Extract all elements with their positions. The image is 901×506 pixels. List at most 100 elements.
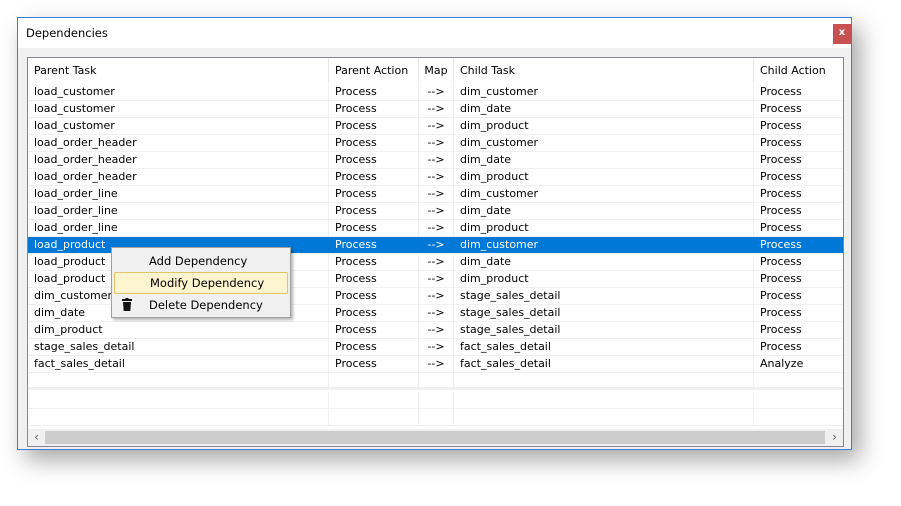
cell-map: --> xyxy=(419,152,454,168)
table-row[interactable]: load_order_header Process --> dim_product Pr… xyxy=(28,169,843,186)
cell-parent-task: load_order_header xyxy=(28,152,329,168)
menu-item-modify-dependency[interactable]: Modify Dependency xyxy=(114,272,288,294)
cell-parent-action: Process xyxy=(329,254,419,270)
cell-parent-action: Process xyxy=(329,152,419,168)
cell-child-task: stage_sales_detail xyxy=(454,305,754,321)
column-header-map[interactable]: Map xyxy=(419,58,454,83)
cell-map: --> xyxy=(419,84,454,100)
cell-child-task: dim_customer xyxy=(454,84,754,100)
cell-child-action: Process xyxy=(760,323,802,336)
empty-cell xyxy=(329,373,419,387)
cell-child-action: Process xyxy=(760,102,802,115)
column-header-parent-action[interactable]: Parent Action xyxy=(329,58,419,83)
empty-cell xyxy=(419,373,454,387)
scrollbar-thumb[interactable] xyxy=(45,431,825,444)
cell-child-action: Process xyxy=(760,306,802,319)
cell-map: --> xyxy=(419,101,454,117)
close-button[interactable]: x xyxy=(833,24,851,44)
cell-map: --> xyxy=(419,186,454,202)
cell-parent-action: Process xyxy=(329,135,419,151)
cell-child-action: Process xyxy=(760,221,802,234)
empty-cell xyxy=(419,409,454,425)
cell-parent-action: Process xyxy=(329,339,419,355)
cell-map: --> xyxy=(419,135,454,151)
cell-child-action: Process xyxy=(760,153,802,166)
scroll-left-icon[interactable]: ‹ xyxy=(28,429,45,446)
empty-cell xyxy=(28,409,329,425)
cell-child-task: fact_sales_detail xyxy=(454,356,754,372)
table-row[interactable]: load_order_header Process --> dim_date Proce… xyxy=(28,152,843,169)
cell-parent-task: load_customer xyxy=(28,101,329,117)
cell-child-action: Process xyxy=(760,272,802,285)
cell-child-task: dim_date xyxy=(454,254,754,270)
cell-child-action: Process xyxy=(760,238,802,251)
empty-cell xyxy=(754,373,843,387)
table-row[interactable]: load_order_header Process --> dim_customer P… xyxy=(28,135,843,152)
scroll-right-icon[interactable]: › xyxy=(826,429,843,446)
cell-map: --> xyxy=(419,288,454,304)
cell-parent-task: load_customer xyxy=(28,84,329,100)
cell-parent-action: Process xyxy=(329,101,419,117)
cell-child-task: stage_sales_detail xyxy=(454,288,754,304)
cell-child-task: dim_customer xyxy=(454,186,754,202)
empty-cell xyxy=(419,392,454,408)
menu-item-add-dependency[interactable]: Add Dependency xyxy=(114,250,288,272)
cell-child-task: stage_sales_detail xyxy=(454,322,754,338)
cell-parent-action: Process xyxy=(329,118,419,134)
empty-row xyxy=(28,373,843,390)
empty-cell xyxy=(754,409,843,425)
table-row[interactable]: load_order_line Process --> dim_product Proc… xyxy=(28,220,843,237)
empty-cell xyxy=(454,373,754,387)
cell-child-task: dim_product xyxy=(454,220,754,236)
table-row[interactable]: stage_sales_detail Process --> fact_sales_d… xyxy=(28,339,843,356)
cell-parent-action: Process xyxy=(329,356,419,372)
title-bar: Dependencies x xyxy=(18,18,851,48)
cell-child-task: dim_date xyxy=(454,203,754,219)
column-header-child-action[interactable]: Child Action xyxy=(754,58,843,83)
cell-child-action: Process xyxy=(760,340,802,353)
table-row[interactable]: dim_product Process --> stage_sales_detail P… xyxy=(28,322,843,339)
empty-cell xyxy=(754,392,843,408)
cell-parent-action: Process xyxy=(329,271,419,287)
cell-map: --> xyxy=(419,220,454,236)
table-row[interactable]: load_customer Process --> dim_date Process xyxy=(28,101,843,118)
cell-map: --> xyxy=(419,237,454,253)
table-row[interactable]: load_customer Process --> dim_product Proces… xyxy=(28,118,843,135)
cell-map: --> xyxy=(419,305,454,321)
cell-child-action: Process xyxy=(760,119,802,132)
table-row[interactable]: fact_sales_detail Process --> fact_sales_de… xyxy=(28,356,843,373)
cell-child-action: Process xyxy=(760,289,802,302)
cell-child-task: dim_product xyxy=(454,169,754,185)
table-row[interactable]: load_order_line Process --> dim_customer Pro… xyxy=(28,186,843,203)
cell-child-action: Process xyxy=(760,204,802,217)
context-menu: Add Dependency Modify Dependency Delete … xyxy=(111,247,291,318)
cell-map: --> xyxy=(419,322,454,338)
cell-parent-action: Process xyxy=(329,237,419,253)
cell-parent-task: fact_sales_detail xyxy=(28,356,329,372)
empty-cell xyxy=(329,392,419,408)
dependencies-window: Dependencies x Parent Task Parent Action… xyxy=(17,17,852,450)
cell-child-task: dim_date xyxy=(454,101,754,117)
table-row[interactable]: load_customer Process --> dim_customer Proce… xyxy=(28,84,843,101)
cell-map: --> xyxy=(419,254,454,270)
column-header-child-task[interactable]: Child Task xyxy=(454,58,754,83)
cell-child-action: Process xyxy=(760,136,802,149)
cell-parent-task: dim_product xyxy=(28,322,329,338)
cell-child-action: Process xyxy=(760,85,802,98)
cell-parent-action: Process xyxy=(329,203,419,219)
cell-map: --> xyxy=(419,356,454,372)
table-row[interactable]: load_order_line Process --> dim_date Process xyxy=(28,203,843,220)
cell-child-action: Analyze xyxy=(760,357,804,370)
cell-child-task: dim_product xyxy=(454,271,754,287)
menu-item-delete-dependency[interactable]: Delete Dependency xyxy=(114,294,288,316)
column-header-parent-task[interactable]: Parent Task xyxy=(28,58,329,83)
cell-map: --> xyxy=(419,118,454,134)
cell-parent-action: Process xyxy=(329,84,419,100)
cell-map: --> xyxy=(419,203,454,219)
empty-cell xyxy=(454,392,754,408)
cell-child-action: Process xyxy=(760,187,802,200)
empty-cell xyxy=(28,392,329,408)
header-row: Parent Task Parent Action Map Child Task… xyxy=(28,58,843,83)
horizontal-scrollbar[interactable]: ‹ › xyxy=(28,429,843,446)
cell-parent-task: load_order_line xyxy=(28,220,329,236)
